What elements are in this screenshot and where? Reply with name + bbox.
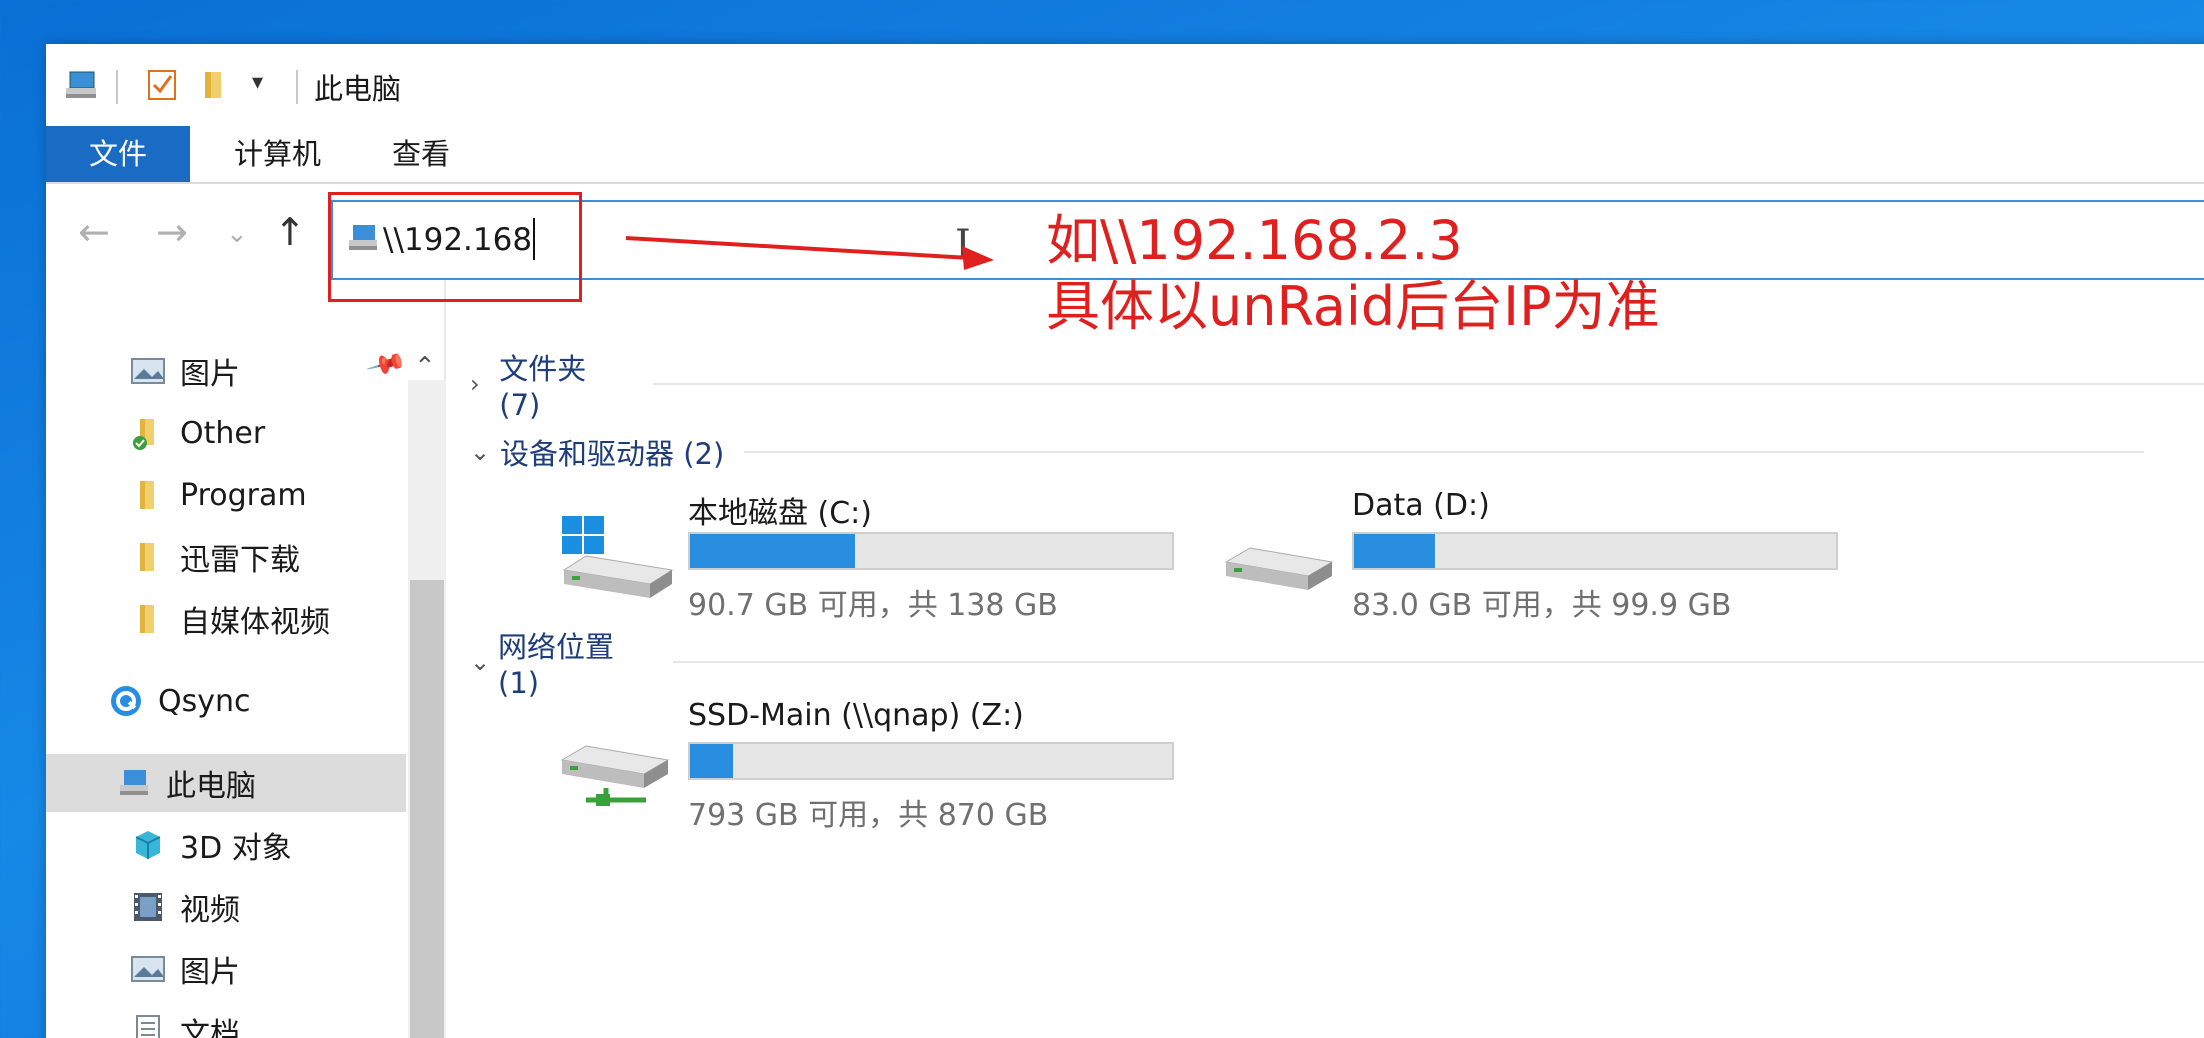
drive-z-network[interactable]: SSD-Main (\\qnap) (Z:) 793 GB 可用，共 870 G… bbox=[556, 698, 1206, 833]
customize-qa-dropdown-icon[interactable]: ▾ bbox=[252, 70, 263, 95]
drive-c[interactable]: 本地磁盘 (C:) 90.7 GB 可用，共 138 GB bbox=[556, 488, 1206, 623]
qsync-icon bbox=[111, 686, 141, 716]
group-header-devices[interactable]: ⌄ 设备和驱动器 (2) bbox=[470, 430, 2145, 474]
ribbon-tabs: 文件 计算机 查看 bbox=[46, 126, 2204, 184]
windows-drive-icon bbox=[562, 516, 674, 598]
sidebar-item-label: 3D 对象 bbox=[180, 831, 292, 866]
sidebar-item-label: 自媒体视频 bbox=[180, 605, 330, 640]
group-header-label: 网络位置 (1) bbox=[498, 630, 615, 700]
sidebar-item-label: 此电脑 bbox=[166, 769, 256, 804]
sidebar-item-program[interactable]: Program bbox=[130, 466, 490, 524]
drive-usage-fill bbox=[690, 744, 733, 778]
group-header-label: 设备和驱动器 (2) bbox=[500, 437, 725, 471]
ibeam-cursor-icon: I bbox=[955, 222, 971, 268]
title-bar: ▾ 此电脑 bbox=[46, 44, 2204, 130]
drive-usage-fill bbox=[690, 534, 856, 568]
drive-free-space: 83.0 GB 可用，共 99.9 GB bbox=[1352, 588, 1732, 623]
folder-icon bbox=[140, 543, 154, 571]
annotation-line-1: 如\\192.168.2.3 bbox=[1046, 209, 1463, 272]
group-divider bbox=[673, 661, 2204, 663]
chevron-right-icon: › bbox=[470, 370, 480, 398]
annotation-highlight-box bbox=[328, 192, 582, 302]
drive-free-space: 793 GB 可用，共 870 GB bbox=[688, 798, 1049, 833]
annotation-line-2: 具体以unRaid后台IP为准 bbox=[1046, 275, 1660, 338]
pictures-icon bbox=[131, 956, 165, 982]
title-separator bbox=[296, 70, 298, 104]
title-separator bbox=[116, 70, 118, 104]
drive-name: Data (D:) bbox=[1352, 488, 1490, 523]
3d-objects-icon bbox=[135, 831, 161, 859]
tab-view[interactable]: 查看 bbox=[366, 126, 476, 182]
drive-usage-fill bbox=[1354, 534, 1436, 568]
forward-button[interactable]: → bbox=[156, 212, 188, 252]
computer-icon bbox=[120, 770, 148, 795]
group-divider bbox=[744, 451, 2145, 453]
videos-icon bbox=[134, 893, 162, 921]
sidebar-item-xunlei-downloads[interactable]: 迅雷下载 bbox=[130, 528, 490, 586]
group-divider bbox=[653, 383, 2204, 385]
documents-icon bbox=[136, 1015, 160, 1038]
sidebar-item-qsync[interactable]: Qsync bbox=[108, 672, 468, 730]
sidebar-item-this-pc[interactable]: 此电脑 bbox=[46, 754, 406, 812]
pictures-icon bbox=[131, 358, 165, 384]
chevron-down-icon: ⌄ bbox=[470, 648, 491, 676]
drive-usage-bar bbox=[688, 532, 1174, 570]
sidebar-item-label: Qsync bbox=[158, 683, 251, 719]
back-button[interactable]: ← bbox=[78, 212, 110, 252]
sidebar-item-label: 图片 bbox=[180, 955, 240, 990]
sidebar-item-3d-objects[interactable]: 3D 对象 bbox=[130, 816, 490, 874]
drive-usage-bar bbox=[1352, 532, 1838, 570]
sidebar-item-pictures-quick[interactable]: 图片 bbox=[130, 342, 490, 400]
computer-icon bbox=[66, 71, 96, 98]
navigation-pane: ⌃ 📌 图片 Other Program 迅雷下载 自媒体视频 Qsync 此电… bbox=[46, 280, 446, 1038]
recent-locations-button[interactable]: ⌄ bbox=[226, 214, 248, 254]
sidebar-item-videos[interactable]: 视频 bbox=[130, 878, 490, 936]
folder-icon bbox=[140, 481, 154, 509]
sidebar-item-other[interactable]: Other bbox=[130, 404, 490, 462]
tab-computer[interactable]: 计算机 bbox=[208, 126, 347, 182]
sidebar-item-label: Program bbox=[180, 477, 307, 513]
sidebar-item-documents[interactable]: 文档 bbox=[130, 1002, 490, 1038]
content-pane: › 文件夹 (7) ⌄ 设备和驱动器 (2) 本地磁盘 (C:) 90.7 GB… bbox=[450, 280, 2204, 1038]
sidebar-item-media-videos[interactable]: 自媒体视频 bbox=[130, 590, 490, 648]
group-header-folders[interactable]: › 文件夹 (7) bbox=[470, 352, 2204, 422]
properties-icon[interactable] bbox=[146, 68, 178, 102]
drive-d[interactable]: Data (D:) 83.0 GB 可用，共 99.9 GB bbox=[1220, 488, 1870, 623]
network-drive-icon bbox=[560, 745, 670, 806]
group-header-label: 文件夹 (7) bbox=[499, 352, 587, 422]
sidebar-item-label: Other bbox=[180, 415, 266, 451]
window-title: 此电脑 bbox=[314, 72, 402, 106]
folder-icon bbox=[140, 605, 154, 633]
annotation-text: 如\\192.168.2.3 具体以unRaid后台IP为准 bbox=[1046, 208, 1660, 340]
sidebar-item-label: 图片 bbox=[180, 357, 240, 392]
group-header-network[interactable]: ⌄ 网络位置 (1) bbox=[470, 630, 2204, 700]
sidebar-item-label: 文档 bbox=[180, 1017, 240, 1038]
up-button[interactable]: ↑ bbox=[274, 212, 306, 252]
new-folder-icon[interactable] bbox=[200, 68, 228, 102]
drive-name: SSD-Main (\\qnap) (Z:) bbox=[688, 698, 1024, 733]
hard-drive-icon bbox=[1224, 547, 1334, 590]
drive-usage-bar bbox=[688, 742, 1174, 780]
sidebar-item-pictures[interactable]: 图片 bbox=[130, 940, 490, 998]
sidebar-item-label: 迅雷下载 bbox=[180, 543, 300, 578]
drive-name: 本地磁盘 (C:) bbox=[688, 496, 872, 531]
drive-free-space: 90.7 GB 可用，共 138 GB bbox=[688, 588, 1058, 623]
folder-sync-icon bbox=[133, 419, 154, 450]
chevron-down-icon: ⌄ bbox=[470, 438, 491, 466]
sidebar-item-label: 视频 bbox=[180, 893, 240, 928]
tab-file[interactable]: 文件 bbox=[46, 126, 190, 182]
